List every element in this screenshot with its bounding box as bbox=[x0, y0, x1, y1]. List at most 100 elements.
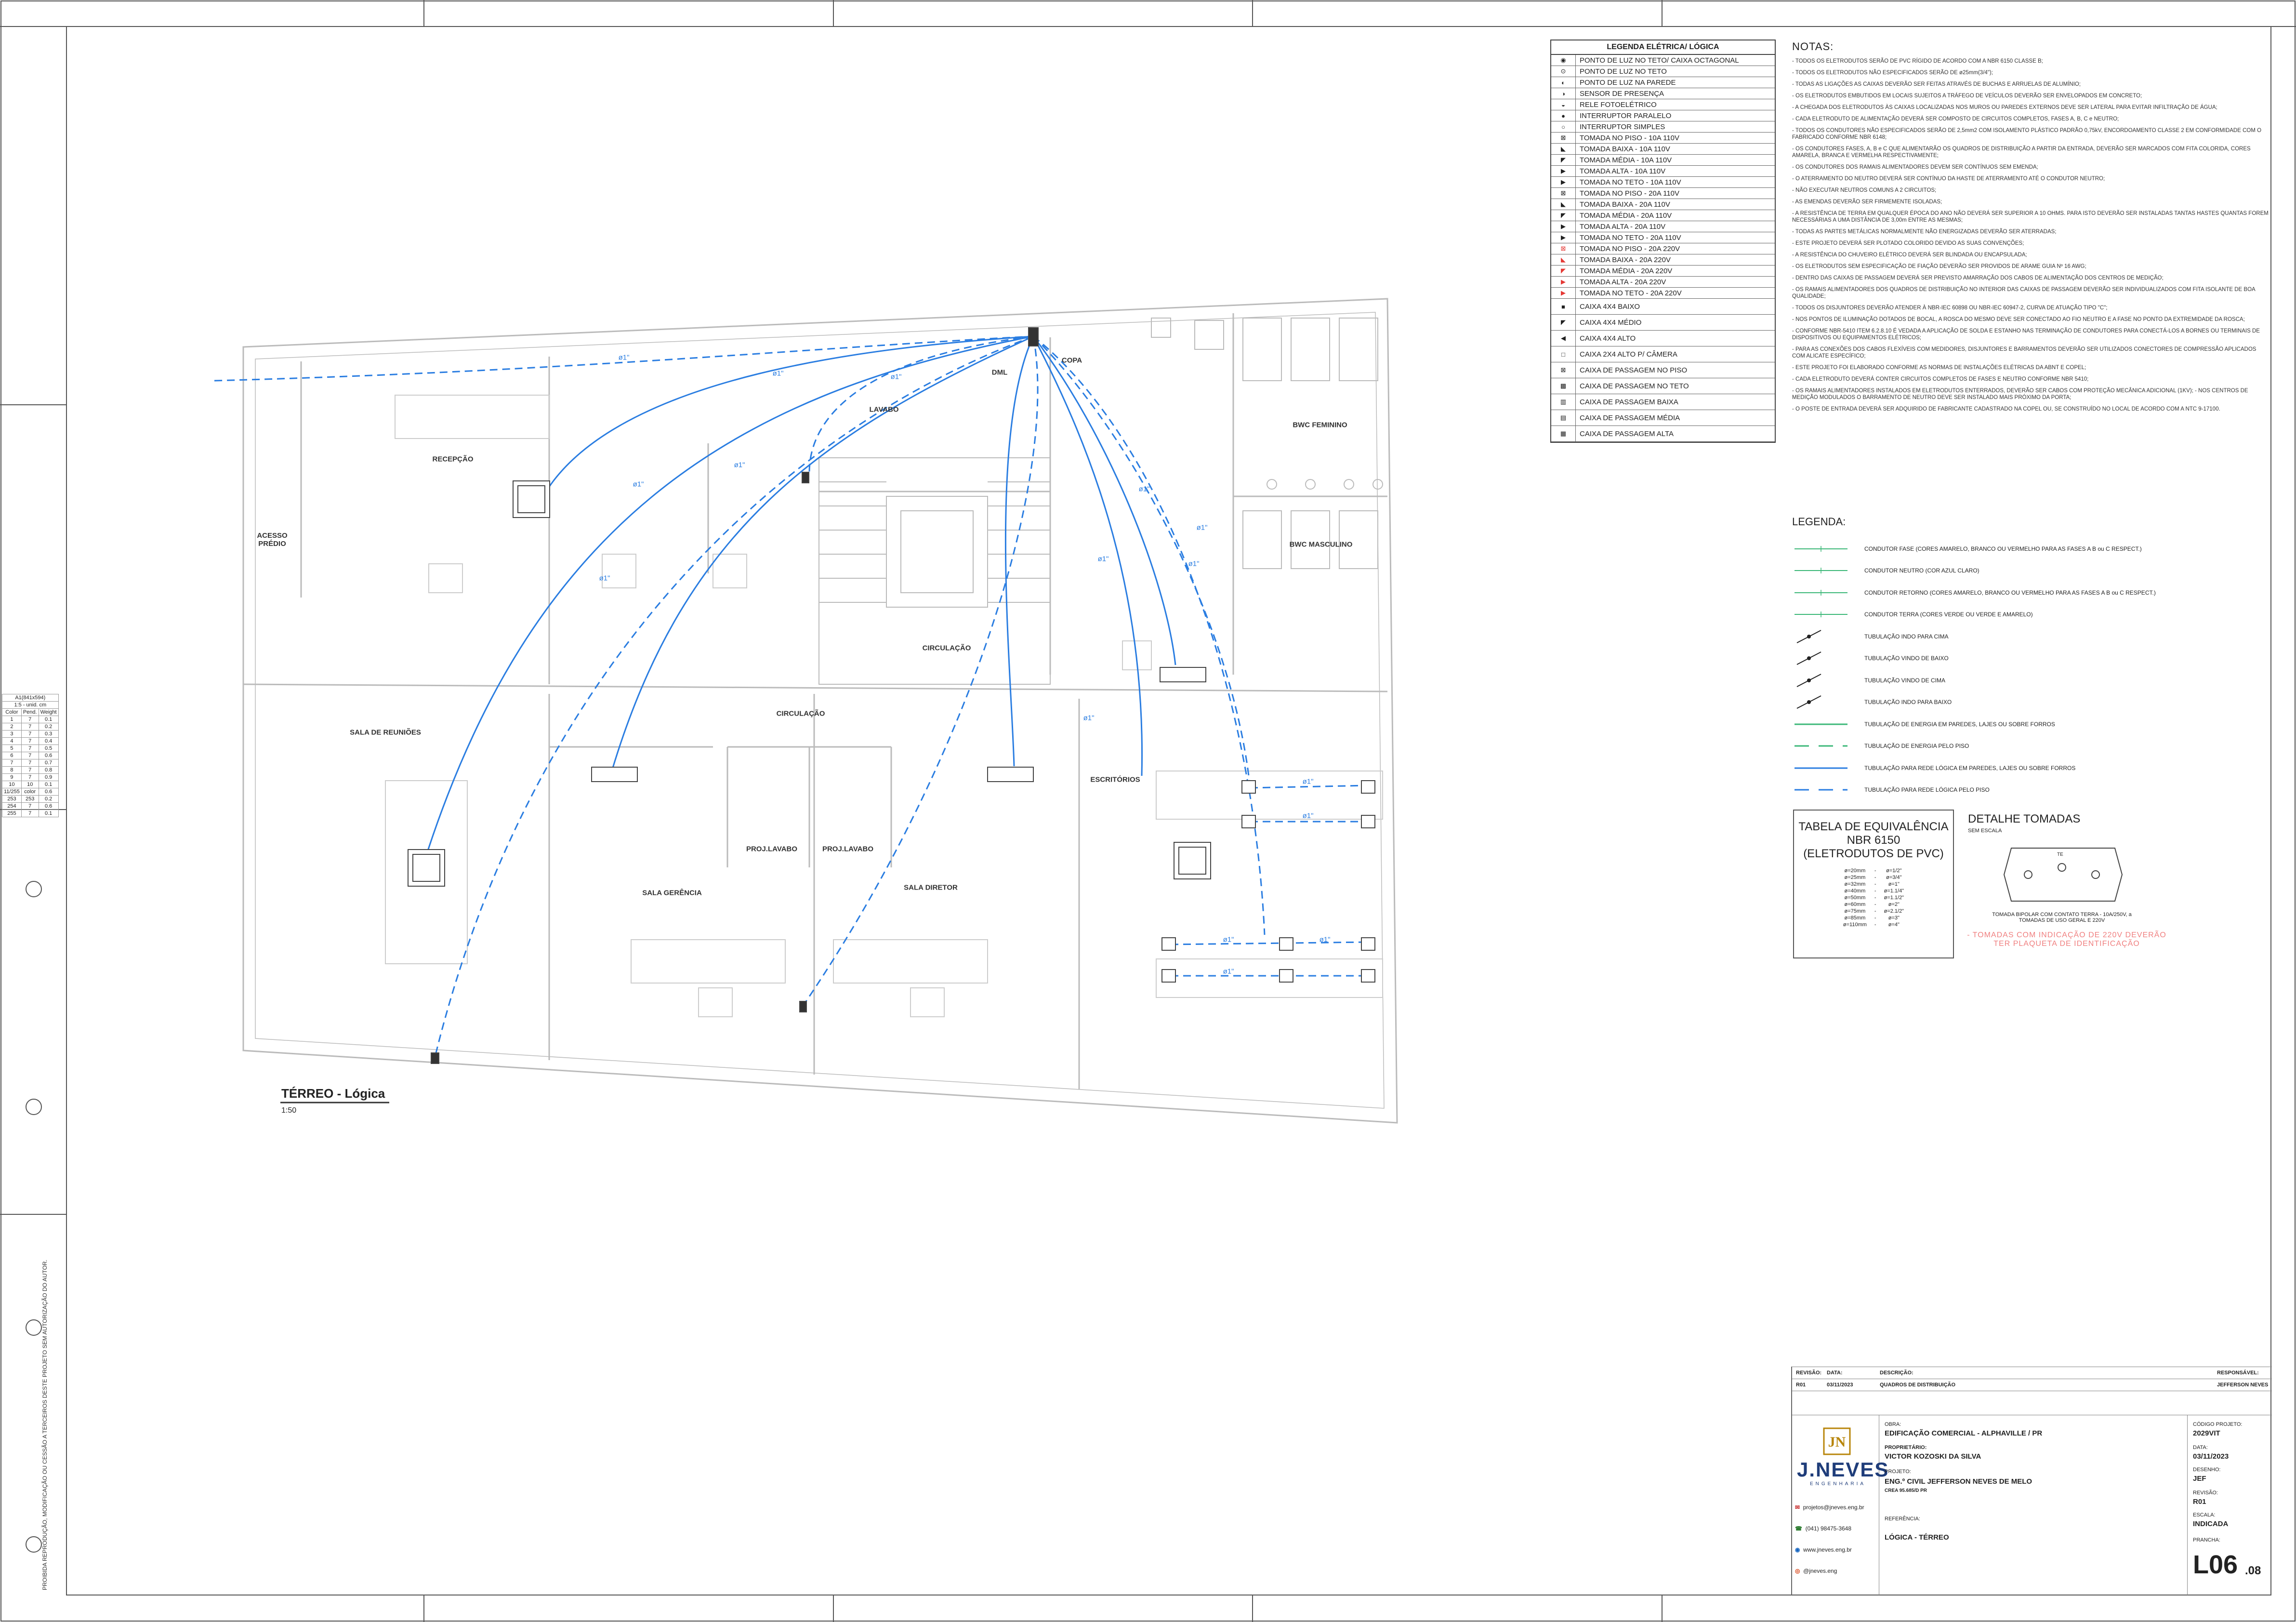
legend-item-label: TOMADA MÉDIA - 20A 110V bbox=[1580, 211, 1672, 220]
pen-col-header: Pend. bbox=[21, 708, 39, 716]
note-item: - TODAS AS LIGAÇÕES AS CAIXAS DEVERÃO SE… bbox=[1792, 81, 2081, 87]
pen-cell: 0.1 bbox=[38, 781, 59, 788]
pen-cell: 7 bbox=[21, 759, 39, 767]
legend-item-label: TOMADA MÉDIA - 20A 220V bbox=[1580, 266, 1673, 275]
conductor-legend-label: TUBULAÇÃO PARA REDE LÓGICA EM PAREDES, L… bbox=[1864, 764, 2076, 771]
legend-symbol-icon: ◣ bbox=[1551, 199, 1576, 210]
conduit-label: ø1" bbox=[1196, 523, 1208, 532]
conductor-legend-label: CONDUTOR FASE (CORES AMARELO, BRANCO OU … bbox=[1864, 545, 2142, 552]
note-item: - A CHEGADA DOS ELETRODUTOS ÀS CAIXAS LO… bbox=[1792, 105, 2217, 110]
legend-row: ▶ TOMADA ALTA - 20A 110V bbox=[1551, 221, 1775, 232]
pen-cell: 255 bbox=[2, 810, 22, 817]
legend-item-label: CAIXA 4X4 MÉDIO bbox=[1580, 318, 1642, 327]
legend-item-label: TOMADA MÉDIA - 10A 110V bbox=[1580, 156, 1672, 164]
room-label-bwc-masculino: BWC MASCULINO bbox=[1289, 540, 1353, 549]
pen-cell: 10 bbox=[2, 781, 22, 788]
legend-symbol-icon: ◤ bbox=[1551, 315, 1576, 330]
note-item: - ESTE PROJETO DEVERÁ SER PLOTADO COLORI… bbox=[1792, 240, 2024, 246]
contact-site: www.jneves.eng.br bbox=[1803, 1546, 1852, 1553]
conduit-label: ø1" bbox=[633, 480, 644, 489]
equivalence-cell: ø=40mm bbox=[1844, 888, 1866, 894]
pen-table-header: A1(841x594) bbox=[2, 694, 59, 702]
legend-symbol-icon: ◑ bbox=[1551, 88, 1576, 99]
legend-symbol-icon: ⊠ bbox=[1551, 133, 1576, 143]
note-item: - NOS PONTOS DE ILUMINAÇÃO DOTADOS DE BO… bbox=[1792, 317, 2245, 322]
legend-symbol-icon: ◣ bbox=[1551, 144, 1576, 154]
note-item: - OS RAMAIS ALIMENTADORES DOS QUADROS DE… bbox=[1792, 287, 2256, 299]
legend-item-label: TOMADA BAIXA - 10A 110V bbox=[1580, 145, 1670, 153]
legend-title: LEGENDA ELÉTRICA/ LÓGICA bbox=[1551, 40, 1775, 55]
legend-row: □ CAIXA 2X4 ALTO P/ CÂMERA bbox=[1551, 346, 1775, 362]
legend-item-label: INTERRUPTOR PARALELO bbox=[1580, 111, 1672, 120]
equivalence-table: TABELA DE EQUIVALÊNCIA NBR 6150 (ELETROD… bbox=[1793, 810, 1954, 958]
conduit-label: ø1" bbox=[1188, 559, 1200, 568]
legend-item-label: CAIXA 4X4 BAIXO bbox=[1580, 302, 1640, 311]
note-item: - O ATERRAMENTO DO NEUTRO DEVERÁ SER CON… bbox=[1792, 176, 2105, 182]
pen-row: 2 7 0.2 bbox=[2, 723, 59, 731]
equivalence-cell: ø=2.1/2" bbox=[1884, 908, 1904, 914]
floor-outlets bbox=[1161, 780, 1375, 983]
pen-cell: 7 bbox=[21, 745, 39, 752]
equivalence-cell: ø=1.1/4" bbox=[1884, 888, 1904, 894]
room-label-copa: COPA bbox=[1061, 356, 1082, 365]
legend-symbol-icon: ▶ bbox=[1551, 232, 1576, 243]
legend-row: ⊠ CAIXA DE PASSAGEM NO PISO bbox=[1551, 362, 1775, 378]
pen-cell: 0.8 bbox=[38, 766, 59, 774]
pen-row: 9 7 0.9 bbox=[2, 773, 59, 781]
conductor-legend-label: CONDUTOR RETORNO (CORES AMARELO, BRANCO … bbox=[1864, 589, 2156, 596]
legend-row: ▩ CAIXA DE PASSAGEM NO TETO bbox=[1551, 378, 1775, 394]
pen-cell: 3 bbox=[2, 730, 22, 738]
pen-cell: 0.2 bbox=[38, 723, 59, 731]
legend-symbol-icon: ▩ bbox=[1551, 378, 1576, 394]
legend-row: ▶ TOMADA NO TETO - 10A 110V bbox=[1551, 177, 1775, 188]
equivalence-row: ø=75mm - ø=2.1/2" bbox=[1839, 908, 1908, 915]
pen-cell: 7 bbox=[21, 752, 39, 759]
company-subtitle: ENGENHARIA bbox=[1809, 1481, 1866, 1487]
pen-row: 4 7 0.4 bbox=[2, 737, 59, 745]
pen-cell: 6 bbox=[2, 752, 22, 759]
equivalence-cell: - bbox=[1874, 902, 1876, 907]
socket-warning-line2: TER PLAQUETA DE IDENTIFICAÇÃO bbox=[1993, 940, 2140, 948]
globe-icon: ◉ bbox=[1795, 1546, 1800, 1553]
legend-item-label: INTERRUPTOR SIMPLES bbox=[1580, 122, 1665, 131]
pen-row: 11/255 color 0.6 bbox=[2, 788, 59, 796]
equivalence-cell: ø=20mm bbox=[1844, 868, 1866, 874]
pen-cell: 2 bbox=[2, 723, 22, 731]
legend-row: ◣ TOMADA BAIXA - 20A 110V bbox=[1551, 199, 1775, 210]
obra-label: OBRA: bbox=[1885, 1422, 1901, 1427]
note-item: - OS CONDUTORES FASES, A, B e C QUE ALIM… bbox=[1792, 146, 2251, 159]
equivalence-row: ø=60mm - ø=2" bbox=[1839, 901, 1908, 908]
conductor-legend-row: TUBULAÇÃO DE ENERGIA EM PAREDES, LAJES O… bbox=[1792, 713, 2269, 735]
legend-symbol-icon: ⊠ bbox=[1551, 362, 1576, 378]
note-item: - OS ELETRODUTOS SEM ESPECIFICAÇÃO DE FI… bbox=[1792, 264, 2086, 269]
contact-instagram: @jneves.eng bbox=[1803, 1568, 1837, 1574]
drawing-title: TÉRREO - Lógica bbox=[281, 1086, 385, 1101]
legend-item-label: TOMADA NO TETO - 10A 110V bbox=[1580, 178, 1681, 186]
equivalence-row: ø=50mm - ø=1.1/2" bbox=[1839, 894, 1908, 901]
note-item: - TODOS OS DISJUNTORES DEVERÃO ATENDER À… bbox=[1792, 305, 2108, 311]
legend-symbol-icon: ◀ bbox=[1551, 331, 1576, 346]
room-label-dml: DML bbox=[991, 368, 1008, 377]
socket-detail-title: DETALHE TOMADAS bbox=[1968, 812, 2081, 825]
conductor-legend-title: LEGENDA: bbox=[1792, 516, 1846, 528]
rev-header: DESCRIÇÃO: bbox=[1880, 1370, 1913, 1376]
legend-symbol-icon: ◤ bbox=[1551, 210, 1576, 221]
legend-item-label: TOMADA ALTA - 10A 110V bbox=[1580, 167, 1666, 175]
electrical-legend: LEGENDA ELÉTRICA/ LÓGICA ◉ PONTO DE LUZ N… bbox=[1550, 40, 1776, 443]
equivalence-cell: ø=1.1/2" bbox=[1884, 895, 1904, 901]
legend-symbol-icon: ⊠ bbox=[1551, 243, 1576, 254]
pen-row: 5 7 0.5 bbox=[2, 745, 59, 752]
equivalence-cell: ø=85mm bbox=[1844, 915, 1866, 921]
room-label-lavabo: LAVABO bbox=[869, 405, 899, 414]
socket-caption-line2: TOMADAS DE USO GERAL E 220V bbox=[2019, 917, 2105, 923]
legend-symbol-icon: ◐ bbox=[1551, 77, 1576, 88]
pen-cell: 254 bbox=[2, 802, 22, 810]
obra-value: EDIFICAÇÃO COMERCIAL - ALPHAVILLE / PR bbox=[1885, 1429, 2043, 1437]
notes-section: NOTAS: - TODOS OS ELETRODUTOS SERÃO DE P… bbox=[1792, 40, 2269, 417]
pen-cell: 0.2 bbox=[38, 795, 59, 803]
pen-cell: 7 bbox=[21, 766, 39, 774]
pen-rows: 1 7 0.1 2 7 0.2 3 7 0.3 4 7 0.4 5 7 0.5 6 7 0.6 7 7 0.7 8 7 0.8… bbox=[2, 716, 59, 817]
conductor-line-icon bbox=[1792, 739, 1850, 753]
conductor-legend-list: CONDUTOR FASE (CORES AMARELO, BRANCO OU … bbox=[1792, 538, 2269, 801]
socket-pin-label: TE bbox=[2057, 852, 2063, 857]
